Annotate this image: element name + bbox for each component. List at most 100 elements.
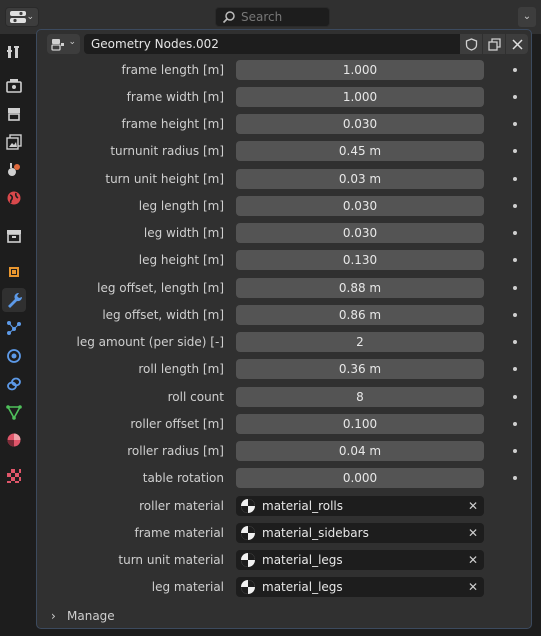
param-row: leg offset, length [m] 0.88 m [37,278,533,298]
manage-subpanel-header[interactable]: › Manage [51,606,115,626]
param-value-field[interactable]: 0.03 m [236,169,484,189]
param-label: leg height [m] [138,253,224,267]
material-label: frame material [134,526,224,540]
material-name: material_rolls [262,499,344,513]
param-label: roller offset [m] [130,417,224,431]
param-value-field[interactable]: 0.030 [236,196,484,216]
attribute-toggle-dot[interactable] [513,395,517,399]
data-icon [6,405,22,420]
material-name: material_legs [262,580,343,594]
attribute-toggle-dot[interactable] [513,258,517,262]
tab-output[interactable] [2,102,26,126]
close-icon [511,38,523,50]
tab-material[interactable] [2,428,26,452]
param-value-field[interactable]: 0.86 m [236,305,484,325]
attribute-toggle-dot[interactable] [513,313,517,317]
material-selector[interactable]: material_rolls ✕ [236,496,484,516]
material-label: turn unit material [118,553,224,567]
search-icon [222,11,235,24]
param-row: roll length [m] 0.36 m [37,359,533,379]
object-icon [9,267,19,277]
param-label: table rotation [142,471,224,485]
tab-texture[interactable] [2,464,26,488]
param-label: turnunit radius [m] [110,144,224,158]
chevron-right-icon: › [51,609,56,623]
attribute-toggle-dot[interactable] [513,68,517,72]
tab-render[interactable] [2,74,26,98]
tab-particles[interactable] [2,316,26,340]
attribute-toggle-dot[interactable] [513,476,517,480]
geometry-nodes-icon [51,39,64,51]
editor-type-button[interactable]: ⌄ [5,7,39,27]
clear-icon[interactable]: ✕ [468,577,478,597]
material-icon [241,553,255,567]
param-row: roller radius [m] 0.04 m [37,441,533,461]
tab-physics[interactable] [2,344,26,368]
material-icon [7,433,21,447]
tab-scene[interactable] [2,158,26,182]
param-label: roll length [m] [138,362,224,376]
param-value-field[interactable]: 8 [236,387,484,407]
param-label: roller radius [m] [127,444,224,458]
param-value-field[interactable]: 0.45 m [236,141,484,161]
clear-icon[interactable]: ✕ [468,496,478,516]
attribute-toggle-dot[interactable] [513,286,517,290]
tab-collection[interactable] [2,224,26,248]
param-label: frame width [m] [126,90,224,104]
param-row: leg width [m] 0.030 [37,223,533,243]
tab-view-layer[interactable] [2,130,26,154]
param-row: table rotation 0.000 [37,468,533,488]
physics-icon [7,349,21,363]
param-row: leg amount (per side) [-] 2 [37,332,533,352]
material-selector[interactable]: material_sidebars ✕ [236,523,484,543]
param-label: leg amount (per side) [-] [76,335,224,349]
attribute-toggle-dot[interactable] [513,231,517,235]
param-value-field[interactable]: 0.100 [236,414,484,434]
attribute-toggle-dot[interactable] [513,422,517,426]
param-value-field[interactable]: 0.36 m [236,359,484,379]
tab-object[interactable] [2,260,26,284]
tab-data[interactable] [2,400,26,424]
modifier-name-field[interactable]: Geometry Nodes.002 [84,34,460,54]
modifier-type-button[interactable]: ⌄ [47,34,80,54]
param-row: frame length [m] 1.000 [37,60,533,80]
param-label: leg offset, width [m] [102,308,224,322]
search-input[interactable]: Search [215,7,330,27]
tab-world[interactable] [2,186,26,210]
header-collapse-button[interactable]: ⌄ [518,7,536,27]
param-value-field[interactable]: 0.130 [236,250,484,270]
duplicate-button[interactable] [483,34,505,54]
param-row: leg offset, width [m] 0.86 m [37,305,533,325]
param-value-field[interactable]: 1.000 [236,87,484,107]
modifier-icon [8,293,22,308]
tab-constraints[interactable] [2,372,26,396]
duplicate-icon [487,37,501,51]
param-value-field[interactable]: 0.030 [236,223,484,243]
param-value-field[interactable]: 1.000 [236,60,484,80]
tab-tool[interactable] [2,40,26,64]
clear-icon[interactable]: ✕ [468,523,478,543]
attribute-toggle-dot[interactable] [513,95,517,99]
param-value-field[interactable]: 0.88 m [236,278,484,298]
param-value-field[interactable]: 0.000 [236,468,484,488]
world-icon [7,191,21,205]
clear-icon[interactable]: ✕ [468,550,478,570]
param-value-field[interactable]: 2 [236,332,484,352]
param-value-field[interactable]: 0.04 m [236,441,484,461]
attribute-toggle-dot[interactable] [513,367,517,371]
constraints-icon [7,377,21,391]
attribute-toggle-dot[interactable] [513,204,517,208]
attribute-toggle-dot[interactable] [513,449,517,453]
param-value-field[interactable]: 0.030 [236,114,484,134]
material-selector[interactable]: material_legs ✕ [236,577,484,597]
tab-modifier[interactable] [2,288,26,312]
material-icon [241,526,255,540]
material-selector[interactable]: material_legs ✕ [236,550,484,570]
unlink-button[interactable] [506,34,528,54]
attribute-toggle-dot[interactable] [513,149,517,153]
attribute-toggle-dot[interactable] [513,122,517,126]
fake-user-button[interactable] [460,34,482,54]
properties-editor-icon [10,11,26,23]
attribute-toggle-dot[interactable] [513,340,517,344]
attribute-toggle-dot[interactable] [513,177,517,181]
